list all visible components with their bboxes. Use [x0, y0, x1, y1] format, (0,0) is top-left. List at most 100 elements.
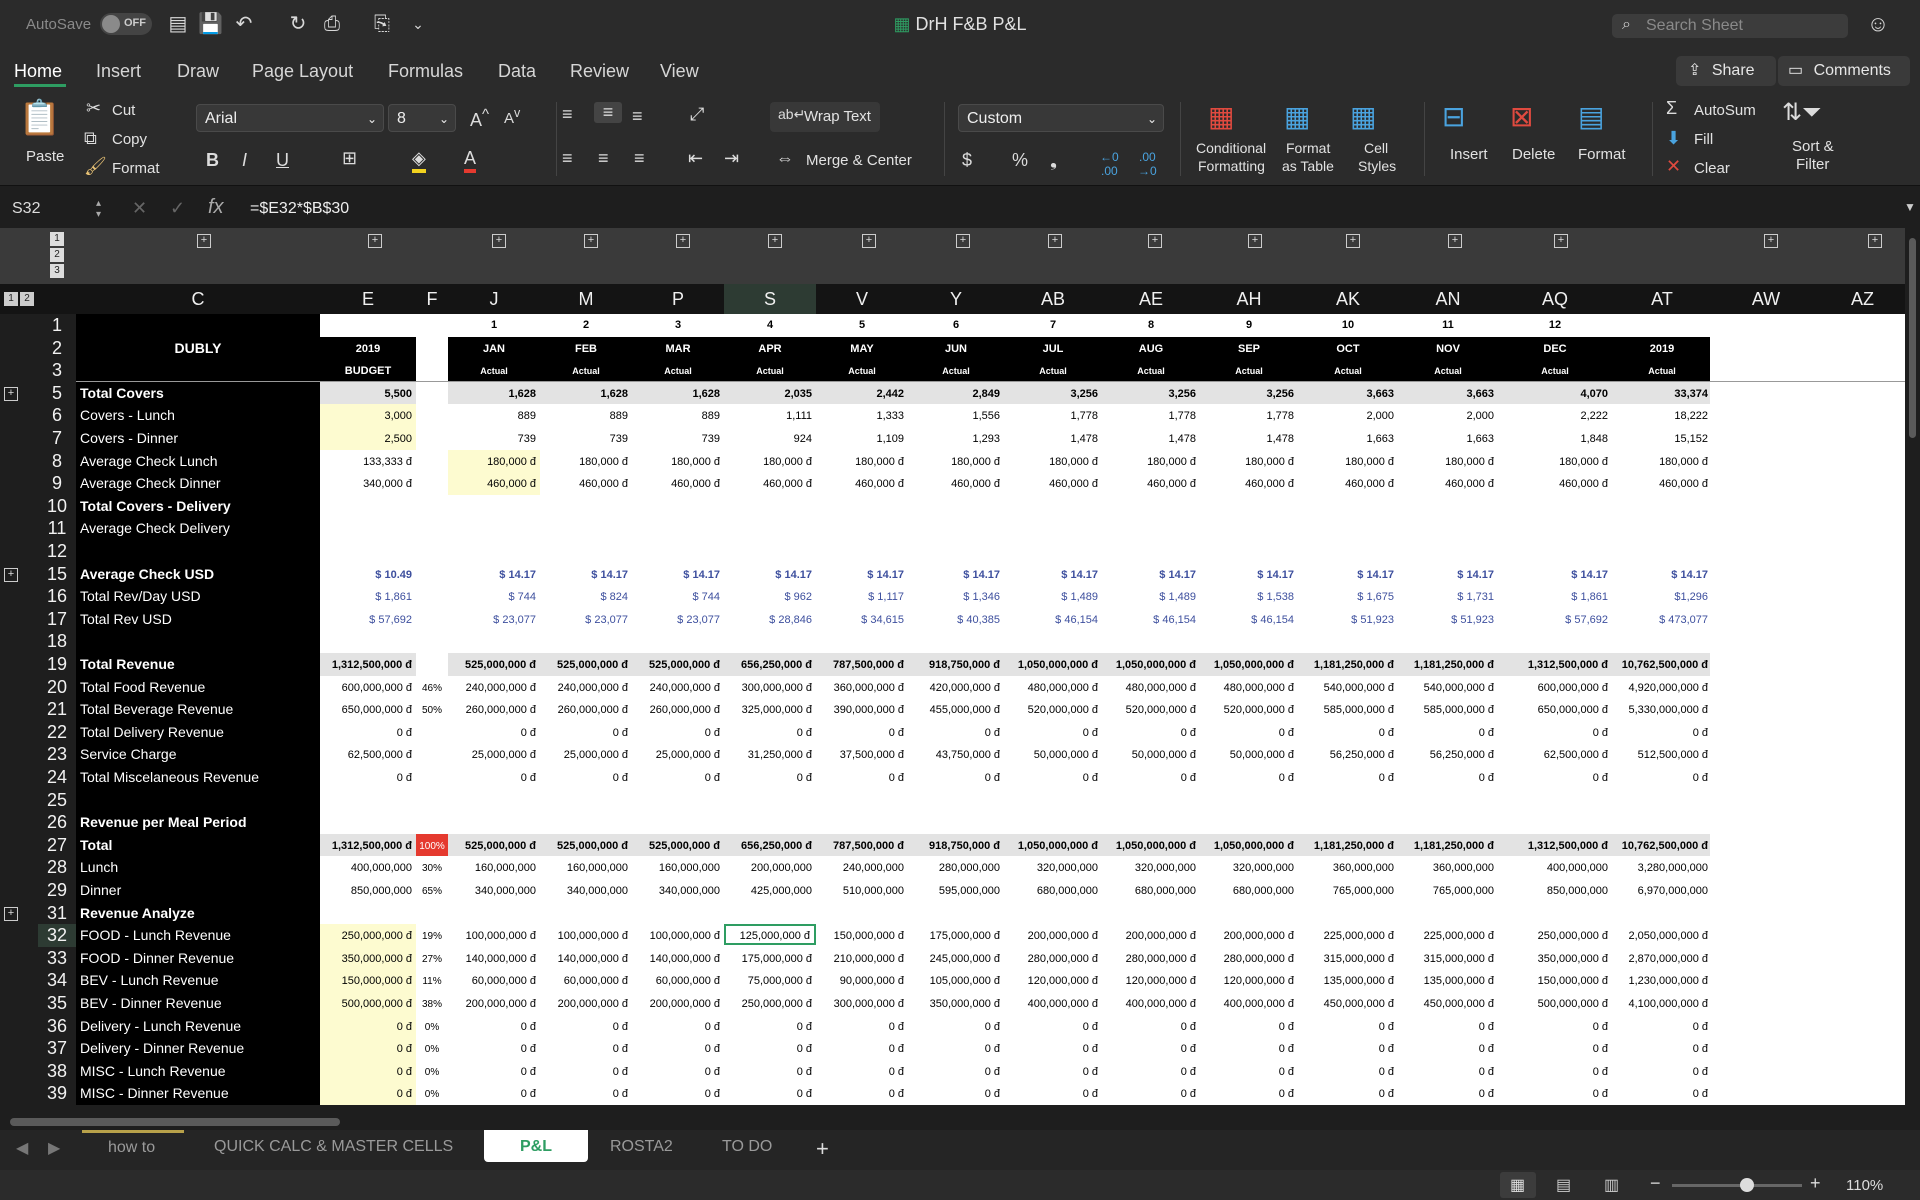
month-value[interactable]: 460,000 đ: [1200, 478, 1294, 490]
italic-icon[interactable]: I: [242, 150, 247, 171]
month-value[interactable]: $ 51,923: [1298, 614, 1394, 626]
month-value[interactable]: 460,000 đ: [1102, 478, 1196, 490]
tab-insert[interactable]: Insert: [96, 61, 141, 82]
month-value[interactable]: 0 đ: [1004, 1066, 1098, 1078]
borders-icon[interactable]: ⊞: [342, 148, 357, 169]
outline-level-button[interactable]: 1: [50, 232, 64, 246]
row-header-19[interactable]: 19: [38, 653, 76, 676]
month-value[interactable]: 0 đ: [816, 1021, 904, 1033]
worksheet-grid[interactable]: 1 2 3 + + + + + + + + + + + + + + + +1 2 C E F J M P S V Y AB AE AH AK AN…: [0, 228, 1905, 1113]
row-label[interactable]: Delivery - Dinner Revenue: [80, 1040, 316, 1056]
month-value[interactable]: 43,750,000 đ: [908, 749, 1000, 761]
formula-input[interactable]: =$E32*$B$30: [250, 200, 349, 218]
row-header-24[interactable]: 24: [38, 766, 76, 789]
month-value[interactable]: 2,849: [908, 388, 1000, 400]
decrease-decimal-icon[interactable]: .00 →0: [1138, 150, 1157, 178]
month-value[interactable]: 0 đ: [1498, 1066, 1608, 1078]
row-header-9[interactable]: 9: [38, 472, 76, 495]
month-value[interactable]: 37,500,000 đ: [816, 749, 904, 761]
month-value[interactable]: 480,000,000 đ: [1200, 682, 1294, 694]
month-value[interactable]: $ 14.17: [632, 569, 720, 581]
month-value[interactable]: 120,000,000 đ: [1004, 975, 1098, 987]
month-value[interactable]: 0 đ: [1004, 1021, 1098, 1033]
month-value[interactable]: 280,000,000: [908, 862, 1000, 874]
month-value[interactable]: 0 đ: [1612, 727, 1708, 739]
align-right-icon[interactable]: ≡: [634, 148, 645, 169]
budget-value[interactable]: $ 10.49: [320, 569, 412, 581]
month-value[interactable]: 0 đ: [632, 727, 720, 739]
month-value[interactable]: $ 46,154: [1004, 614, 1098, 626]
month-value[interactable]: 320,000,000: [1004, 862, 1098, 874]
expand-row-group-icon[interactable]: +: [4, 567, 18, 582]
month-value[interactable]: 0 đ: [1498, 772, 1608, 784]
search-sheet-field[interactable]: ⌕ Search Sheet: [1612, 14, 1848, 38]
month-value[interactable]: 0 đ: [1398, 1021, 1494, 1033]
row-header-27[interactable]: 27: [38, 834, 76, 857]
month-value[interactable]: 0 đ: [908, 1088, 1000, 1100]
month-value[interactable]: 0 đ: [1298, 1088, 1394, 1100]
month-value[interactable]: 0 đ: [1298, 1021, 1394, 1033]
month-value[interactable]: 1,478: [1200, 433, 1294, 445]
comma-style-icon[interactable]: ❟: [1050, 150, 1057, 171]
month-value[interactable]: 0 đ: [540, 1043, 628, 1055]
month-value[interactable]: 100,000,000 đ: [448, 930, 536, 942]
month-value[interactable]: 0 đ: [1102, 1066, 1196, 1078]
month-value[interactable]: 50,000,000 đ: [1102, 749, 1196, 761]
month-value[interactable]: 1,181,250,000 đ: [1398, 659, 1494, 671]
budget-value[interactable]: 500,000,000 đ: [320, 998, 412, 1010]
vertical-scrollbar[interactable]: [1905, 228, 1920, 1113]
cell-styles-button[interactable]: ▦ Cell Styles: [1350, 100, 1410, 180]
month-value[interactable]: $ 1,489: [1102, 591, 1196, 603]
month-value[interactable]: 100,000,000 đ: [540, 930, 628, 942]
column-header-e[interactable]: E: [320, 284, 417, 314]
month-value[interactable]: 460,000 đ: [1298, 478, 1394, 490]
month-value[interactable]: 250,000,000 đ: [724, 998, 812, 1010]
month-value[interactable]: 0 đ: [1102, 1021, 1196, 1033]
month-value[interactable]: $ 744: [632, 591, 720, 603]
clear-button[interactable]: Clear: [1694, 160, 1730, 177]
column-header-v[interactable]: V: [816, 284, 909, 314]
month-value[interactable]: $ 1,538: [1200, 591, 1294, 603]
month-value[interactable]: 0 đ: [448, 772, 536, 784]
month-value[interactable]: 180,000 đ: [724, 456, 812, 468]
month-value[interactable]: 315,000,000 đ: [1298, 953, 1394, 965]
month-value[interactable]: $ 23,077: [632, 614, 720, 626]
vertical-scroll-thumb[interactable]: [1909, 238, 1916, 438]
month-value[interactable]: 0 đ: [1200, 1088, 1294, 1100]
row-header-26[interactable]: 26: [38, 811, 76, 834]
month-value[interactable]: 460,000 đ: [724, 478, 812, 490]
paste-label[interactable]: Paste: [26, 148, 64, 165]
row-header-25[interactable]: 25: [38, 789, 76, 812]
month-value[interactable]: 656,250,000 đ: [724, 840, 812, 852]
bold-icon[interactable]: B: [206, 150, 219, 171]
month-value[interactable]: 0 đ: [448, 1043, 536, 1055]
month-value[interactable]: $ 51,923: [1398, 614, 1494, 626]
row-label[interactable]: Total Food Revenue: [80, 679, 316, 695]
month-value[interactable]: 450,000,000 đ: [1298, 998, 1394, 1010]
row-header-5[interactable]: 5: [38, 382, 76, 405]
month-value[interactable]: 340,000,000: [632, 885, 720, 897]
budget-value[interactable]: 2,500: [320, 433, 412, 445]
row-header-6[interactable]: 6: [38, 404, 76, 427]
expand-group-icon[interactable]: +: [1554, 234, 1568, 248]
budget-value[interactable]: 1,312,500,000 đ: [320, 659, 412, 671]
month-value[interactable]: 656,250,000 đ: [724, 659, 812, 671]
month-value[interactable]: 2,050,000,000 đ: [1612, 930, 1708, 942]
expand-group-icon[interactable]: +: [492, 234, 506, 248]
month-value[interactable]: 200,000,000 đ: [1200, 930, 1294, 942]
outline-level-col-2[interactable]: 2: [20, 292, 34, 306]
month-value[interactable]: 250,000,000 đ: [1498, 930, 1608, 942]
month-value[interactable]: $ 40,385: [908, 614, 1000, 626]
expand-row-group-icon[interactable]: +: [4, 386, 18, 401]
month-value[interactable]: 200,000,000: [724, 862, 812, 874]
month-value[interactable]: 200,000,000 đ: [448, 998, 536, 1010]
zoom-out-icon[interactable]: −: [1650, 1173, 1661, 1194]
month-value[interactable]: 1,050,000,000 đ: [1102, 659, 1196, 671]
merge-center-button[interactable]: Merge & Center: [806, 152, 912, 169]
expand-group-icon[interactable]: +: [1048, 234, 1062, 248]
month-value[interactable]: 500,000,000 đ: [1498, 998, 1608, 1010]
zoom-in-icon[interactable]: +: [1810, 1173, 1821, 1194]
scroll-left-icon[interactable]: ◀: [16, 1138, 28, 1158]
row-header-15[interactable]: 15: [38, 563, 76, 586]
decrease-indent-icon[interactable]: ⇤: [688, 148, 703, 169]
